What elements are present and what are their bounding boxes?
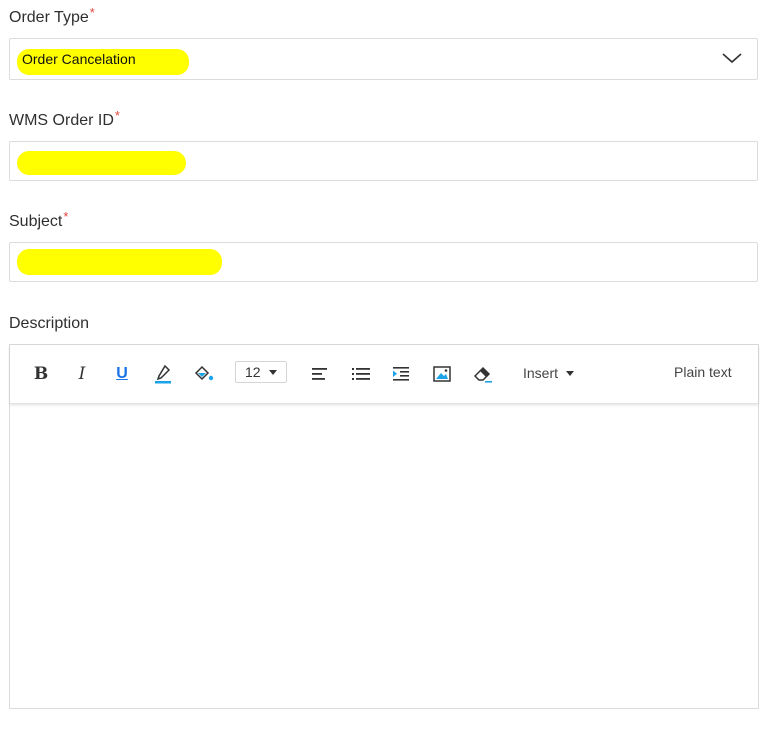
underline-icon: U [116, 365, 128, 382]
image-button[interactable] [432, 363, 452, 385]
underline-button[interactable]: U [113, 363, 131, 385]
order-type-label: Order Type* [9, 5, 95, 27]
font-size-value: 12 [245, 364, 261, 380]
wms-order-id-label: WMS Order ID* [9, 108, 120, 130]
bullet-list-icon [352, 368, 370, 380]
italic-icon: I [78, 364, 86, 384]
caret-down-icon [566, 370, 575, 376]
fill-color-button[interactable] [193, 363, 215, 385]
plain-text-toggle[interactable]: Plain text [674, 364, 732, 380]
caret-down-icon [268, 369, 277, 375]
editor-toolbar: B I U 12 Insert Plain text [10, 345, 758, 404]
text-color-button[interactable] [153, 363, 173, 385]
text-color-icon [155, 364, 171, 384]
align-left-button[interactable] [311, 363, 329, 385]
wms-order-id-label-text: WMS Order ID [9, 112, 114, 129]
editor-content-area[interactable] [10, 404, 758, 708]
indent-icon [393, 367, 409, 381]
required-asterisk: * [89, 5, 95, 20]
subject-label: Subject* [9, 209, 68, 231]
clear-format-button[interactable] [473, 363, 493, 385]
align-left-icon [312, 368, 327, 380]
font-size-select[interactable]: 12 [235, 361, 287, 383]
description-editor: B I U 12 Insert Plain text [9, 344, 759, 709]
wms-order-id-input[interactable] [9, 141, 758, 181]
fill-color-icon [194, 365, 214, 381]
description-label-text: Description [9, 315, 90, 332]
indent-button[interactable] [392, 363, 412, 385]
order-type-label-text: Order Type [9, 9, 89, 26]
subject-input[interactable] [9, 242, 758, 282]
insert-dropdown[interactable]: Insert [523, 365, 575, 381]
insert-label: Insert [523, 365, 559, 381]
bullet-list-button[interactable] [351, 363, 371, 385]
subject-label-text: Subject [9, 213, 63, 230]
required-asterisk: * [63, 209, 69, 224]
chevron-down-icon[interactable] [721, 51, 743, 65]
redaction-highlight [17, 249, 222, 275]
order-type-value: Order Cancelation [22, 51, 136, 67]
image-icon [433, 366, 451, 382]
order-type-select[interactable]: Order Cancelation [9, 38, 758, 80]
required-asterisk: * [114, 108, 120, 123]
italic-button[interactable]: I [73, 363, 91, 385]
bold-icon: B [33, 364, 49, 384]
bold-button[interactable]: B [32, 363, 50, 385]
eraser-icon [473, 366, 492, 383]
redaction-highlight [17, 151, 186, 175]
description-label: Description [9, 315, 89, 333]
